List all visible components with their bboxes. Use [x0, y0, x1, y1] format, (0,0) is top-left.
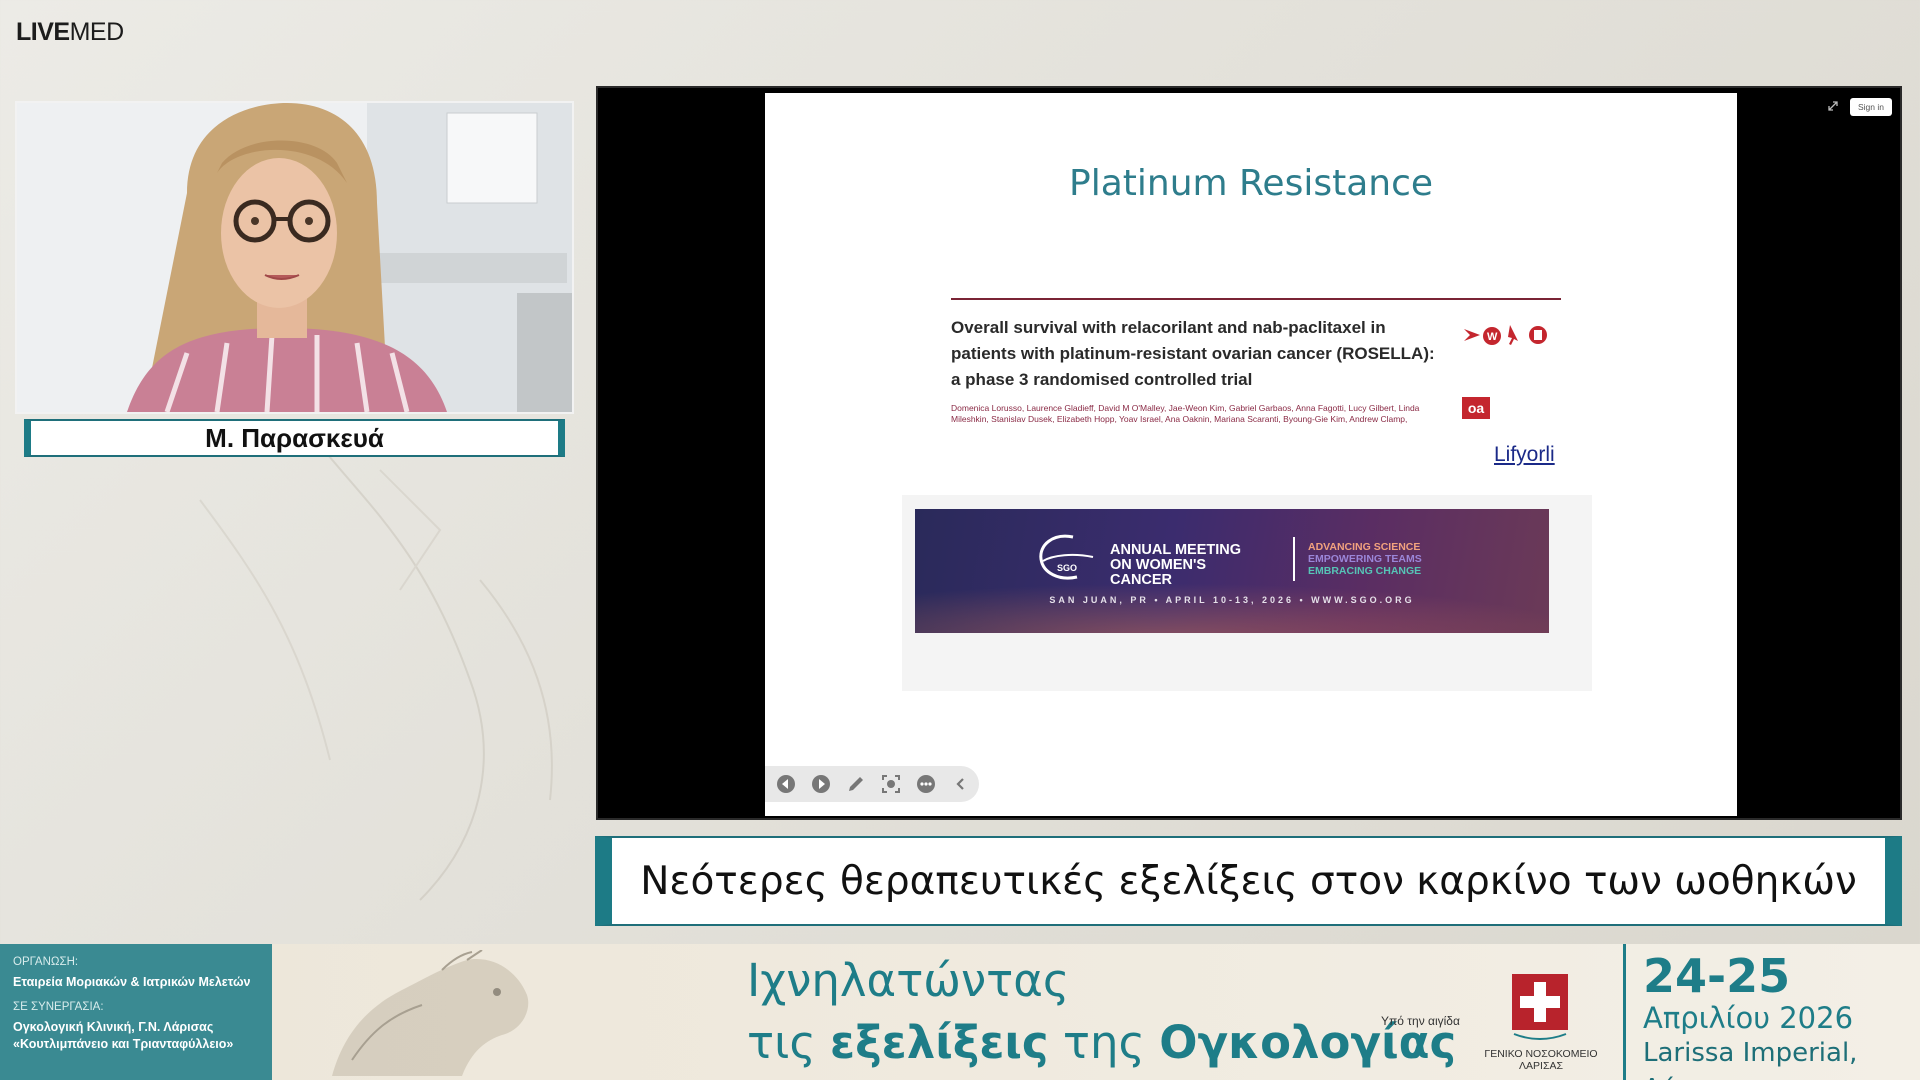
- logo-live: LIVE: [16, 18, 70, 46]
- banner-glow: [915, 583, 1549, 633]
- speaker-video: [15, 101, 574, 414]
- paper-title-line: patients with platinum-resistant ovarian…: [951, 344, 1435, 363]
- organizer-label: ΟΡΓΑΝΩΣΗ:: [13, 956, 79, 968]
- speaker-name-plate: Μ. Παρασκευά: [24, 419, 565, 457]
- event-title-line2: τις εξελίξεις της Ογκολογίας: [747, 1012, 1456, 1074]
- presentation-slide: Platinum Resistance Overall survival wit…: [765, 93, 1737, 816]
- screenshot-icon[interactable]: [880, 773, 902, 795]
- event-title-part: τις: [747, 1016, 831, 1069]
- event-month: Απριλίου 2026: [1643, 1001, 1854, 1035]
- sign-in-button[interactable]: Sign in: [1850, 98, 1892, 116]
- slide-toolbar: [765, 766, 979, 802]
- expand-icon[interactable]: [1827, 100, 1839, 112]
- meeting-line: ANNUAL MEETING: [1110, 542, 1242, 558]
- lecture-title-bar: Νεότερες θεραπευτικές εξελίξεις στον καρ…: [595, 836, 1902, 926]
- collapse-icon[interactable]: [950, 773, 972, 795]
- svg-text:W: W: [1487, 331, 1498, 343]
- event-title-part: εξελίξεις: [830, 1016, 1049, 1069]
- collaborator-name: Ογκολογική Κλινική, Γ.Ν. Λάρισας «Κουτλι…: [13, 1019, 272, 1053]
- journal-icons: W: [1464, 325, 1547, 345]
- hospital-logo-icon: [1512, 974, 1568, 1040]
- meeting-tagline: ADVANCING SCIENCE EMPOWERING TEAMS EMBRA…: [1308, 541, 1422, 577]
- meeting-name: ANNUAL MEETING ON WOMEN'S CANCER: [1110, 543, 1268, 588]
- organizers-panel: ΟΡΓΑΝΩΣΗ: Εταιρεία Μοριακών & Ιατρικών Μ…: [0, 944, 272, 1080]
- collaborator-line: «Κουτλιμπάνειο και Τριανταφύλλειο»: [13, 1037, 234, 1051]
- background-sketch: [199, 419, 553, 901]
- tagline-1: ADVANCING SCIENCE: [1308, 541, 1421, 553]
- slide-title: Platinum Resistance: [1068, 163, 1434, 204]
- prev-icon[interactable]: [775, 773, 797, 795]
- event-footer: ΟΡΓΑΝΩΣΗ: Εταιρεία Μοριακών & Ιατρικών Μ…: [0, 944, 1920, 1080]
- meeting-line: ON WOMEN'S CANCER: [1110, 557, 1207, 588]
- lecture-title: Νεότερες θεραπευτικές εξελίξεις στον καρ…: [640, 858, 1857, 904]
- paper-title-line: a phase 3 randomised controlled trial: [951, 370, 1253, 389]
- more-icon[interactable]: [915, 773, 937, 795]
- event-title-line1: Ιχνηλατώντας: [747, 954, 1070, 1007]
- sgo-logo-text: SGO: [1057, 563, 1077, 573]
- sgo-logo-icon: SGO: [1039, 534, 1094, 580]
- collaborator-line: Ογκολογική Κλινική, Γ.Ν. Λάρισας: [13, 1020, 214, 1034]
- paper-header-rule: [951, 298, 1561, 300]
- pen-icon[interactable]: [845, 773, 867, 795]
- horse-sketch-icon: [332, 950, 529, 1076]
- open-access-badge: oa: [1462, 397, 1490, 419]
- speaker-name: Μ. Παρασκευά: [205, 422, 384, 453]
- event-dates: 24-25 Απριλίου 2026 Larissa Imperial, Λά…: [1643, 950, 1920, 1080]
- event-venue: Larissa Imperial, Λάρισα: [1643, 1038, 1858, 1080]
- tagline-2: EMPOWERING TEAMS: [1308, 553, 1422, 565]
- event-title-part: της: [1048, 1016, 1160, 1069]
- next-icon[interactable]: [810, 773, 832, 795]
- speaker-video-frame: [17, 103, 572, 412]
- paper-title: Overall survival with relacorilant and n…: [951, 315, 1461, 393]
- livemed-logo: LIVEMED: [16, 18, 124, 47]
- paper-title-line: Overall survival with relacorilant and n…: [951, 318, 1386, 337]
- cursor-icon: [1508, 325, 1518, 345]
- banner-divider: [1293, 537, 1295, 581]
- collaboration-label: ΣΕ ΣΥΝΕΡΓΑΣΙΑ:: [13, 1001, 104, 1013]
- tagline-3: EMBRACING CHANGE: [1308, 565, 1422, 577]
- date-separator: [1623, 944, 1626, 1080]
- hospital-name: ΓΕΝΙΚΟ ΝΟΣΟΚΟΜΕΙΟ ΛΑΡΙΣΑΣ: [1484, 1048, 1598, 1072]
- event-days: 24-25: [1643, 949, 1791, 1003]
- organizer-name: Εταιρεία Μοριακών & Ιατρικών Μελετών: [13, 975, 251, 989]
- paper-authors: Domenica Lorusso, Laurence Gladieff, Dav…: [951, 403, 1420, 424]
- drug-link[interactable]: Lifyorli: [1494, 443, 1555, 467]
- sgo-meeting-banner: SGO ANNUAL MEETING ON WOMEN'S CANCER ADV…: [915, 509, 1549, 633]
- shared-screen: Platinum Resistance Overall survival wit…: [596, 86, 1902, 820]
- event-title: Ιχνηλατώντας τις εξελίξεις της Ογκολογία…: [747, 950, 1456, 1074]
- patronage-label: Υπό την αιγίδα: [1381, 1014, 1460, 1028]
- meeting-details: SAN JUAN, PR • APRIL 10-13, 2026 • WWW.S…: [1049, 595, 1415, 605]
- logo-med: MED: [69, 18, 125, 46]
- arrow-icon: [1464, 329, 1480, 341]
